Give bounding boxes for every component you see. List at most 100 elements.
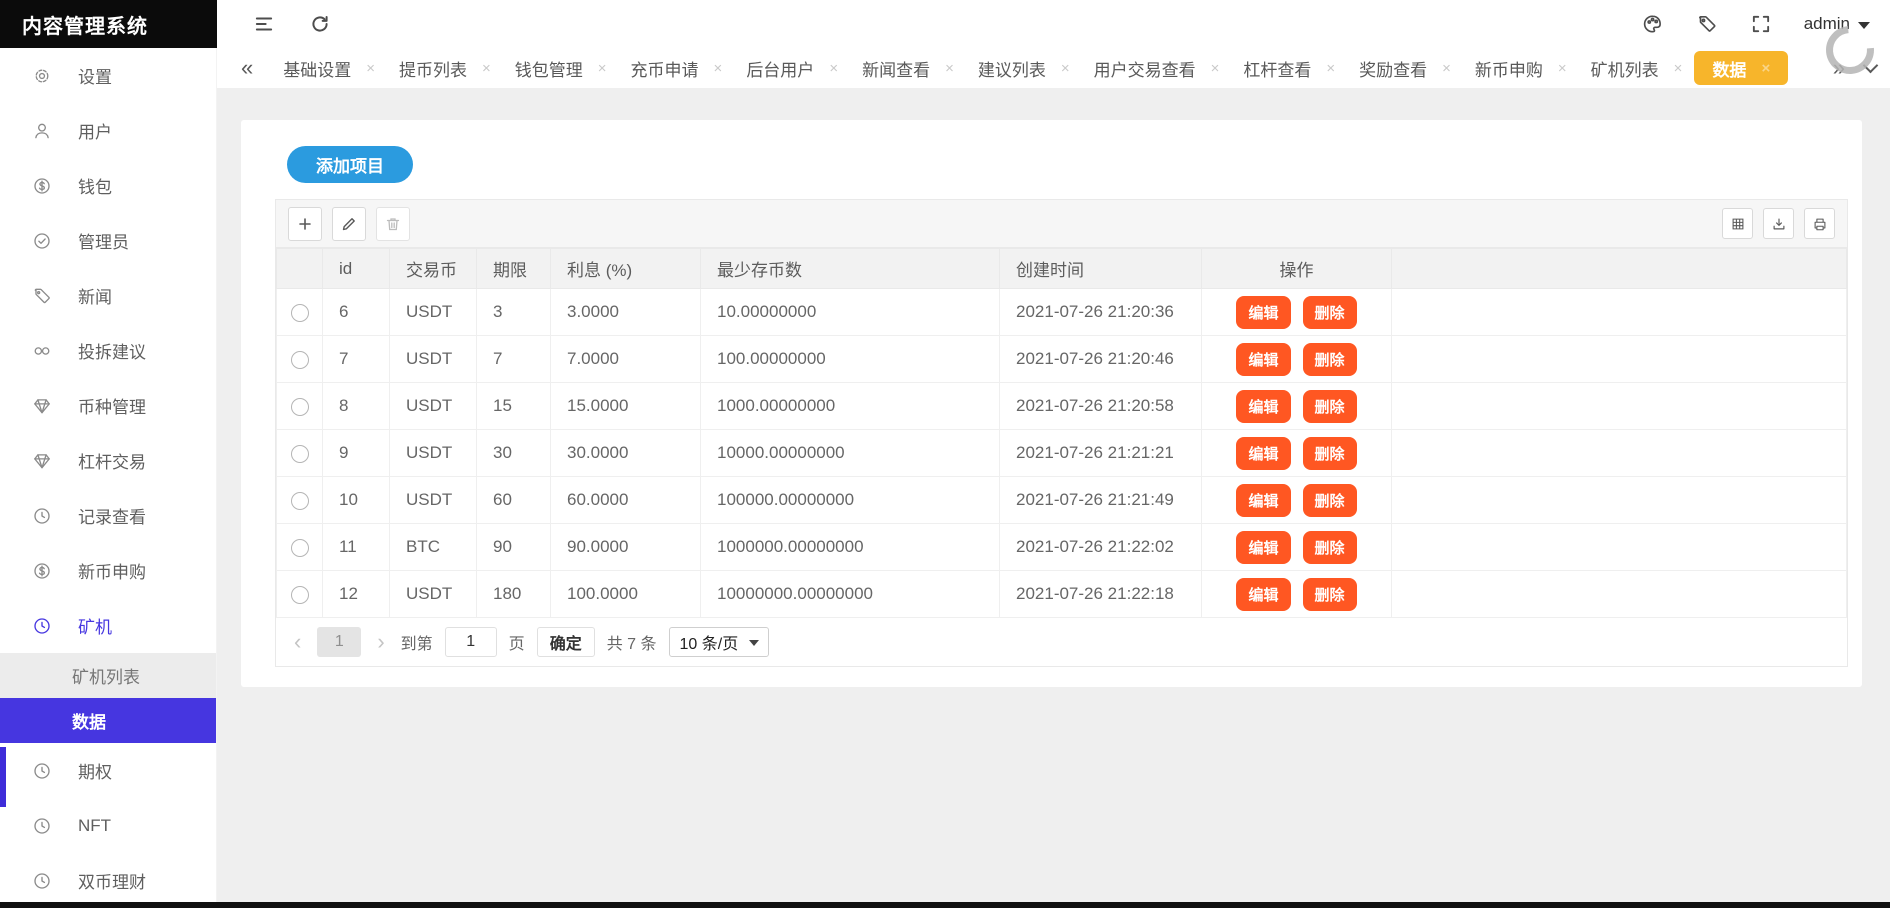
sidebar-item-管理员[interactable]: 管理员 bbox=[0, 213, 216, 268]
sidebar-item-label: 币种管理 bbox=[78, 393, 146, 418]
delete-button[interactable]: 删除 bbox=[1303, 437, 1357, 470]
header-created: 创建时间 bbox=[1000, 249, 1202, 289]
edit-button[interactable]: 编辑 bbox=[1236, 343, 1290, 376]
tab-close-icon[interactable]: × bbox=[482, 61, 491, 76]
row-radio[interactable] bbox=[291, 351, 309, 369]
fullscreen-icon[interactable] bbox=[1750, 13, 1772, 35]
sidebar-item-记录查看[interactable]: 记录查看 bbox=[0, 488, 216, 543]
sidebar-item-设置[interactable]: 设置 bbox=[0, 48, 216, 103]
print-icon[interactable] bbox=[1804, 208, 1835, 239]
edit-button[interactable]: 编辑 bbox=[1236, 390, 1290, 423]
edit-button[interactable]: 编辑 bbox=[1236, 531, 1290, 564]
confirm-page-button[interactable]: 确定 bbox=[537, 627, 595, 657]
tab-item[interactable]: 新闻查看× bbox=[850, 51, 966, 85]
tab-close-icon[interactable]: × bbox=[1558, 61, 1567, 76]
tab-item[interactable]: 新币申购× bbox=[1463, 51, 1579, 85]
cell-created: 2021-07-26 21:20:58 bbox=[1000, 383, 1202, 430]
export-icon[interactable] bbox=[1763, 208, 1794, 239]
row-radio[interactable] bbox=[291, 445, 309, 463]
tab-item[interactable]: 钱包管理× bbox=[503, 51, 619, 85]
cell-id: 11 bbox=[323, 524, 390, 571]
tab-item[interactable]: 用户交易查看× bbox=[1082, 51, 1232, 85]
tab-close-icon[interactable]: × bbox=[945, 61, 954, 76]
row-radio[interactable] bbox=[291, 539, 309, 557]
palette-icon[interactable] bbox=[1642, 13, 1664, 35]
sidebar-item-钱包[interactable]: 钱包 bbox=[0, 158, 216, 213]
add-row-button[interactable] bbox=[288, 207, 322, 241]
refresh-icon[interactable] bbox=[309, 13, 331, 35]
delete-row-button[interactable] bbox=[376, 207, 410, 241]
cell-interest: 15.0000 bbox=[551, 383, 701, 430]
delete-button[interactable]: 删除 bbox=[1303, 343, 1357, 376]
tab-item[interactable]: 提币列表 × bbox=[387, 51, 503, 85]
sidebar-item-币种管理[interactable]: 币种管理 bbox=[0, 378, 216, 433]
tab-close-icon[interactable]: × bbox=[598, 61, 607, 76]
tab-item[interactable]: 矿机列表× bbox=[1579, 51, 1695, 85]
filter-columns-icon[interactable] bbox=[1722, 208, 1753, 239]
sidebar-item-NFT[interactable]: NFT bbox=[0, 798, 216, 853]
tab-close-icon[interactable]: × bbox=[1674, 61, 1683, 76]
tab-active[interactable]: 数据× bbox=[1694, 51, 1788, 85]
tab-label: 提币列表 bbox=[399, 56, 467, 81]
sidebar-item-新闻[interactable]: 新闻 bbox=[0, 268, 216, 323]
sidebar: 设置用户钱包管理员新闻投拆建议币种管理杠杆交易记录查看新币申购矿机矿机列表数据期… bbox=[0, 48, 217, 908]
delete-button[interactable]: 删除 bbox=[1303, 296, 1357, 329]
sidebar-subitem-数据[interactable]: 数据 bbox=[0, 698, 216, 743]
edit-button[interactable]: 编辑 bbox=[1236, 484, 1290, 517]
page-size-select[interactable]: 10 条/页 bbox=[669, 627, 770, 657]
tab-close-icon[interactable]: × bbox=[1761, 61, 1770, 76]
sidebar-scrollbar[interactable] bbox=[0, 747, 6, 807]
delete-button[interactable]: 删除 bbox=[1303, 531, 1357, 564]
row-radio[interactable] bbox=[291, 586, 309, 604]
sidebar-item-杠杆交易[interactable]: 杠杆交易 bbox=[0, 433, 216, 488]
tab-item[interactable]: 建议列表× bbox=[966, 51, 1082, 85]
next-page-icon[interactable]: › bbox=[373, 631, 388, 653]
cell-term: 7 bbox=[477, 336, 551, 383]
table-row: 10USDT6060.0000100000.000000002021-07-26… bbox=[277, 477, 1847, 524]
tab-close-icon[interactable]: × bbox=[1442, 61, 1451, 76]
row-radio[interactable] bbox=[291, 304, 309, 322]
sidebar-menu: 设置用户钱包管理员新闻投拆建议币种管理杠杆交易记录查看新币申购矿机矿机列表数据期… bbox=[0, 48, 216, 908]
cell-created: 2021-07-26 21:22:02 bbox=[1000, 524, 1202, 571]
prev-page-icon[interactable]: ‹ bbox=[290, 631, 305, 653]
sidebar-item-用户[interactable]: 用户 bbox=[0, 103, 216, 158]
current-page[interactable]: 1 bbox=[317, 627, 361, 657]
tab-close-icon[interactable]: × bbox=[714, 61, 723, 76]
row-radio[interactable] bbox=[291, 398, 309, 416]
tab-close-icon[interactable]: × bbox=[1061, 61, 1070, 76]
tab-close-icon[interactable]: × bbox=[1326, 61, 1335, 76]
sidebar-item-双币理财[interactable]: 双币理财 bbox=[0, 853, 216, 908]
sidebar-item-期权[interactable]: 期权 bbox=[0, 743, 216, 798]
tab-label: 奖励查看 bbox=[1359, 56, 1427, 81]
table-row: 12USDT180100.000010000000.000000002021-0… bbox=[277, 571, 1847, 618]
delete-button[interactable]: 删除 bbox=[1303, 390, 1357, 423]
tabs-scroll-left-icon[interactable]: « bbox=[241, 57, 253, 79]
sidebar-item-投拆建议[interactable]: 投拆建议 bbox=[0, 323, 216, 378]
menu-fold-icon[interactable] bbox=[253, 13, 275, 35]
sidebar-subitem-矿机列表[interactable]: 矿机列表 bbox=[0, 653, 216, 698]
delete-button[interactable]: 删除 bbox=[1303, 484, 1357, 517]
tab-item[interactable]: 奖励查看 × bbox=[1347, 51, 1463, 85]
gear-icon bbox=[32, 66, 52, 86]
clock-icon bbox=[32, 761, 52, 781]
tab-item[interactable]: 杠杆查看× bbox=[1231, 51, 1347, 85]
tab-close-icon[interactable]: × bbox=[829, 61, 838, 76]
edit-row-button[interactable] bbox=[332, 207, 366, 241]
tab-item[interactable]: 后台用户× bbox=[734, 51, 850, 85]
tab-close-icon[interactable]: × bbox=[1211, 61, 1220, 76]
goto-page-input[interactable] bbox=[445, 627, 497, 657]
tag-icon[interactable] bbox=[1696, 13, 1718, 35]
edit-button[interactable]: 编辑 bbox=[1236, 296, 1290, 329]
cell-min-deposit: 1000.00000000 bbox=[701, 383, 1000, 430]
add-item-button[interactable]: 添加项目 bbox=[287, 146, 413, 183]
tab-item[interactable]: 充币申请× bbox=[619, 51, 735, 85]
tab-item[interactable]: 基础设置× bbox=[271, 51, 387, 85]
cell-coin: USDT bbox=[390, 336, 477, 383]
row-radio[interactable] bbox=[291, 492, 309, 510]
delete-button[interactable]: 删除 bbox=[1303, 578, 1357, 611]
edit-button[interactable]: 编辑 bbox=[1236, 437, 1290, 470]
edit-button[interactable]: 编辑 bbox=[1236, 578, 1290, 611]
tab-close-icon[interactable]: × bbox=[366, 61, 375, 76]
sidebar-item-新币申购[interactable]: 新币申购 bbox=[0, 543, 216, 598]
sidebar-item-矿机[interactable]: 矿机 bbox=[0, 598, 216, 653]
